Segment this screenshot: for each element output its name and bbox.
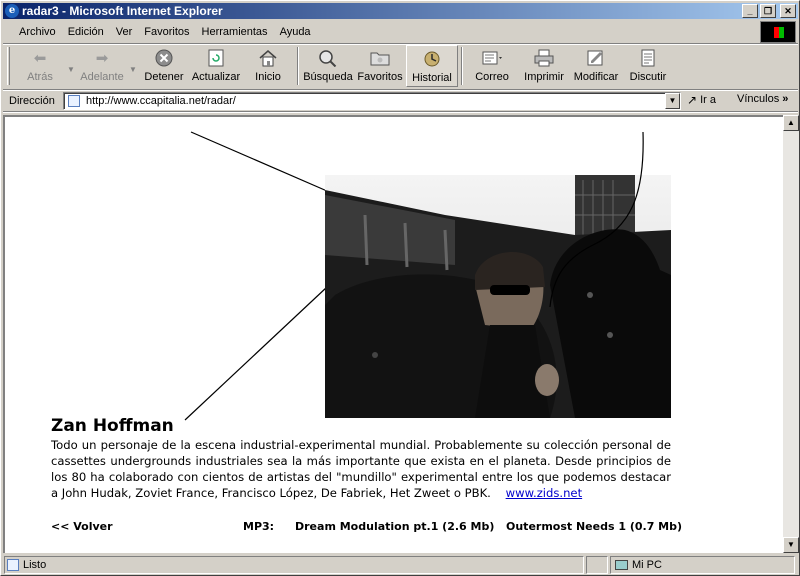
menu-favoritos[interactable]: Favoritos (138, 26, 195, 38)
status-main: Listo (4, 556, 584, 574)
menu-bar: Archivo Edición Ver Favoritos Herramient… (3, 21, 761, 42)
search-icon (318, 48, 338, 68)
menu-edicion[interactable]: Edición (62, 26, 110, 38)
status-text: Listo (23, 559, 47, 571)
home-icon (258, 48, 278, 68)
mp3-label: MP3: (243, 520, 275, 533)
discuss-icon (638, 48, 658, 68)
toolbar-separator (297, 47, 299, 85)
website-link[interactable]: www.zids.net (506, 486, 583, 500)
go-button[interactable]: ↗ Ir a (687, 93, 716, 107)
vertical-scrollbar[interactable]: ▲ ▼ (783, 115, 799, 553)
toolbar-separator (461, 47, 463, 85)
scroll-down-icon[interactable]: ▼ (783, 537, 799, 553)
track-1-link[interactable]: Dream Modulation pt.1 (2.6 Mb) (295, 520, 494, 533)
browser-window: e radar3 - Microsoft Internet Explorer _… (0, 0, 800, 576)
page-content: Zan Hoffman Todo un personaje de la esce… (3, 115, 783, 553)
printer-icon (534, 48, 554, 68)
menu-herramientas[interactable]: Herramientas (196, 26, 274, 38)
address-label: Dirección (9, 95, 55, 107)
toolbar-grip[interactable] (7, 47, 10, 85)
ie-icon: e (5, 4, 19, 18)
status-bar: Listo Mi PC (3, 555, 798, 575)
stop-button[interactable]: Detener (138, 45, 190, 87)
links-button[interactable]: Vínculos » (737, 93, 788, 105)
forward-dropdown-icon[interactable]: ▼ (128, 45, 138, 74)
status-zone: Mi PC (610, 556, 795, 574)
status-pane (586, 556, 608, 574)
forward-button[interactable]: ➡ Adelante (76, 45, 128, 87)
artist-name: Zan Hoffman (51, 416, 174, 436)
address-bar: Dirección http://www.ccapitalia.net/rada… (3, 91, 798, 111)
scroll-up-icon[interactable]: ▲ (783, 115, 799, 131)
page-done-icon (7, 559, 19, 571)
print-button[interactable]: Imprimir (518, 45, 570, 87)
favorites-button[interactable]: Favoritos (354, 45, 406, 87)
history-icon (422, 49, 442, 69)
restore-button[interactable]: ❐ (760, 4, 776, 18)
zone-text: Mi PC (632, 559, 662, 571)
menu-archivo[interactable]: Archivo (13, 26, 62, 38)
computer-icon (615, 560, 628, 570)
refresh-button[interactable]: Actualizar (190, 45, 242, 87)
edit-button[interactable]: Modificar (570, 45, 622, 87)
track-2-link[interactable]: Outermost Needs 1 (0.7 Mb) (506, 520, 682, 533)
chevron-right-icon: » (782, 93, 789, 105)
back-dropdown-icon[interactable]: ▼ (66, 45, 76, 74)
standard-toolbar: ⬅ Atrás ▼ ➡ Adelante ▼ Detener Actualiza… (3, 45, 798, 89)
search-button[interactable]: Búsqueda (302, 45, 354, 87)
artist-bio: Todo un personaje de la escena industria… (51, 437, 671, 501)
back-button[interactable]: ⬅ Atrás (14, 45, 66, 87)
back-arrow-icon: ⬅ (33, 50, 47, 67)
back-link[interactable]: << Volver (51, 520, 113, 533)
title-bar: e radar3 - Microsoft Internet Explorer _… (3, 3, 798, 19)
mail-icon (482, 48, 502, 68)
address-input[interactable]: http://www.ccapitalia.net/radar/ ▼ (63, 92, 681, 110)
window-title: radar3 - Microsoft Internet Explorer (22, 4, 223, 18)
refresh-icon (206, 48, 226, 68)
menu-ayuda[interactable]: Ayuda (274, 26, 317, 38)
menu-ver[interactable]: Ver (110, 26, 139, 38)
history-button[interactable]: Historial (406, 45, 458, 87)
home-button[interactable]: Inicio (242, 45, 294, 87)
close-button[interactable]: ✕ (780, 4, 796, 18)
discuss-button[interactable]: Discutir (622, 45, 674, 87)
windows-logo-icon (760, 21, 796, 43)
page-icon (68, 95, 80, 107)
address-dropdown-icon[interactable]: ▼ (665, 93, 680, 109)
favorites-folder-icon (370, 48, 390, 68)
edit-page-icon (586, 48, 606, 68)
go-arrow-icon: ↗ (687, 93, 698, 107)
address-url[interactable]: http://www.ccapitalia.net/radar/ (86, 95, 236, 107)
stop-icon (154, 48, 174, 68)
mail-button[interactable]: Correo (466, 45, 518, 87)
forward-arrow-icon: ➡ (95, 50, 109, 67)
minimize-button[interactable]: _ (742, 4, 758, 18)
divider (3, 111, 798, 113)
